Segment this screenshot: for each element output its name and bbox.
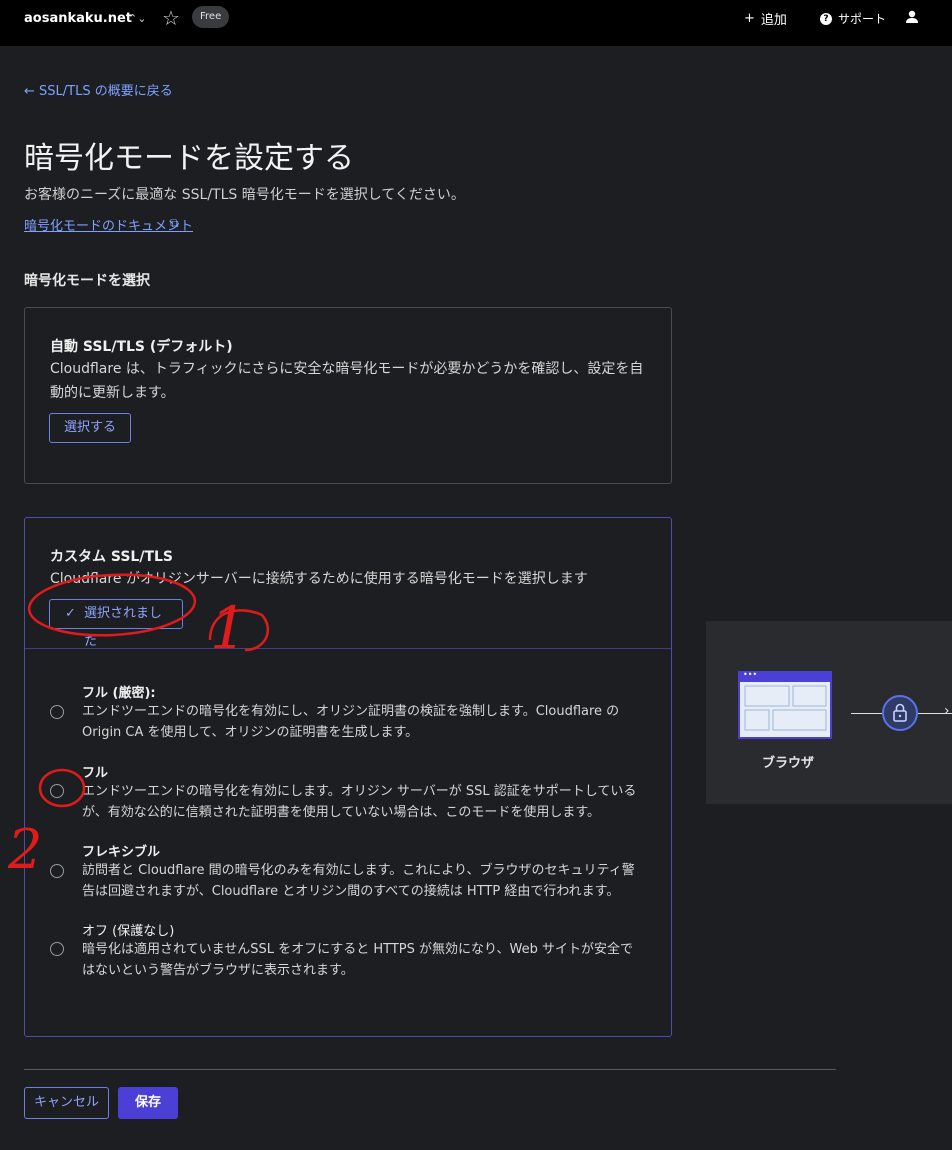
star-icon[interactable]: ☆ xyxy=(162,6,180,30)
add-label: 追加 xyxy=(760,13,787,28)
radio-flexible[interactable] xyxy=(50,864,64,878)
check-icon: ✓ xyxy=(65,606,76,621)
option-title: フル (厳密): xyxy=(82,686,156,701)
divider xyxy=(25,648,671,649)
page-title: 暗号化モードを設定する xyxy=(24,141,354,176)
selected-label: 選択されました xyxy=(84,606,163,649)
browser-window-icon: ••• xyxy=(738,670,832,739)
support-label: サポート xyxy=(838,12,887,26)
option-description: エンドツーエンドの暗号化を有効にします。オリジン サーバーが SSL 認証をサポ… xyxy=(82,784,637,820)
top-bar: aosankaku.net ⌃⌄ ☆ Free + 追加 ? サポート xyxy=(0,0,952,46)
custom-ssl-card: カスタム SSL/TLS Cloudflare がオリジンサーバーに接続するため… xyxy=(24,517,672,1037)
cancel-button[interactable]: キャンセル xyxy=(24,1087,109,1119)
domain-selector[interactable]: aosankaku.net xyxy=(24,11,132,26)
external-link-icon[interactable]: ⧉ xyxy=(170,216,179,231)
documentation-link[interactable]: 暗号化モードのドキュメント xyxy=(24,215,193,234)
user-icon[interactable] xyxy=(905,10,919,24)
plus-icon: + xyxy=(744,11,755,26)
plan-badge: Free xyxy=(192,6,230,28)
option-description: 暗号化は適用されていませんSSL をオフにすると HTTPS が無効になり、We… xyxy=(82,942,633,978)
option-description: エンドツーエンドの暗号化を有効にし、オリジン証明書の検証を強制します。Cloud… xyxy=(82,704,620,740)
section-label: 暗号化モードを選択 xyxy=(24,273,150,289)
encryption-diagram: ••• ブラウザ › xyxy=(706,621,952,804)
option-title: フレキシブル xyxy=(82,845,161,860)
arrow-right-icon: › xyxy=(944,703,950,719)
custom-ssl-description: Cloudflare がオリジンサーバーに接続するために使用する暗号化モードを選… xyxy=(50,571,588,587)
select-auto-button[interactable]: 選択する xyxy=(49,413,132,443)
help-icon: ? xyxy=(820,12,832,25)
auto-ssl-title: 自動 SSL/TLS (デフォルト) xyxy=(50,339,233,355)
support-button[interactable]: ? サポート xyxy=(820,10,886,27)
radio-full-strict[interactable] xyxy=(50,705,64,719)
selected-custom-button[interactable]: ✓ 選択されました xyxy=(49,599,183,649)
option-title: オフ (保護なし) xyxy=(82,924,175,939)
connector-line xyxy=(851,713,882,714)
lock-icon xyxy=(882,695,918,731)
radio-off[interactable] xyxy=(50,942,64,956)
auto-ssl-description: Cloudflare は、トラフィックにさらに安全な暗号化モードが必要かどうかを… xyxy=(50,361,644,401)
browser-label: ブラウザ xyxy=(762,756,815,771)
custom-ssl-title: カスタム SSL/TLS xyxy=(50,549,173,565)
auto-ssl-card: 自動 SSL/TLS (デフォルト) Cloudflare は、トラフィックにさ… xyxy=(24,307,672,484)
radio-full[interactable] xyxy=(50,784,64,798)
add-button[interactable]: + 追加 xyxy=(744,9,787,28)
chevron-updown-icon[interactable]: ⌃⌄ xyxy=(128,12,146,25)
option-description: 訪問者と Cloudflare 間の暗号化のみを有効にします。これにより、ブラウ… xyxy=(82,863,635,899)
back-to-overview-link[interactable]: ← SSL/TLS の概要に戻る xyxy=(24,80,173,99)
browser-layout-grid xyxy=(744,685,827,731)
window-dots-icon: ••• xyxy=(743,670,758,679)
option-title: フル xyxy=(82,766,109,781)
save-button[interactable]: 保存 xyxy=(118,1087,178,1119)
page-description: お客様のニーズに最適な SSL/TLS 暗号化モードを選択してください。 xyxy=(24,187,465,203)
footer-divider xyxy=(24,1069,836,1070)
